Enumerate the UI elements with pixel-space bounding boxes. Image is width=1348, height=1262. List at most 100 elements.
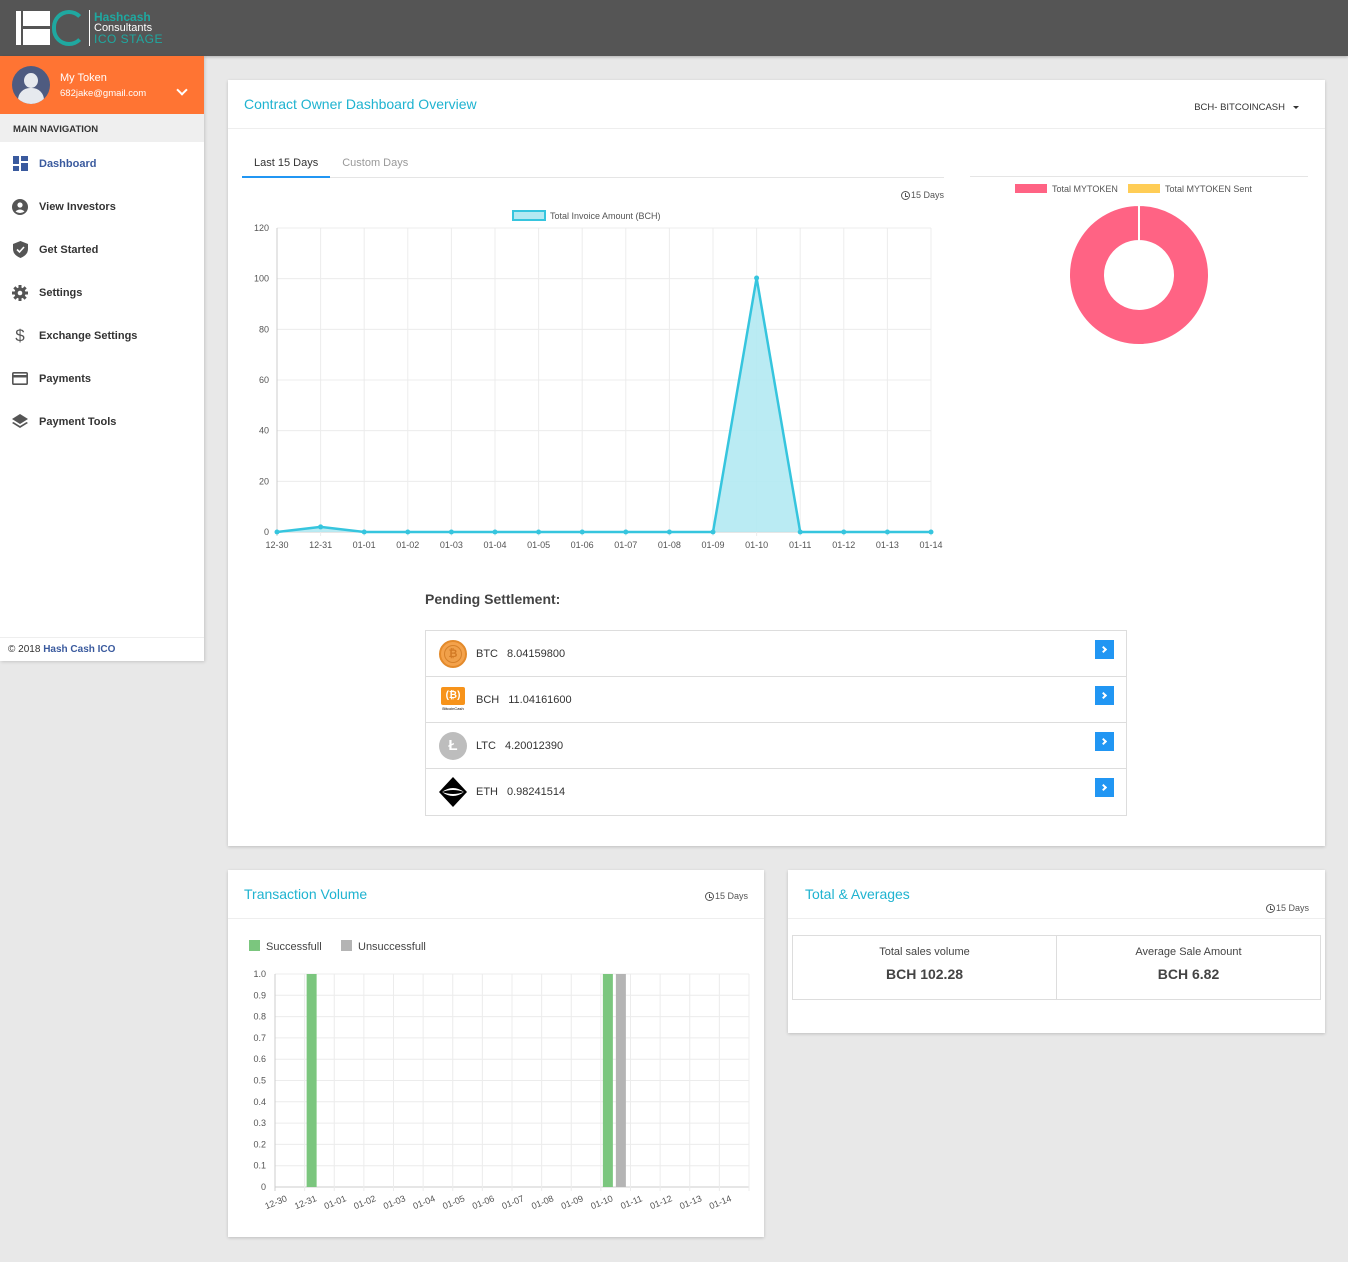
sidebar-item-view-investors[interactable]: View Investors (0, 185, 204, 228)
y-tick-label: 40 (259, 426, 269, 436)
shield-check-icon (12, 241, 28, 258)
chevron-right-icon (1099, 645, 1108, 654)
avatar (12, 66, 50, 104)
divider (970, 176, 1308, 177)
sidebar-item-payments[interactable]: Payments (0, 357, 204, 400)
divider (788, 918, 1325, 919)
settlement-go-button[interactable] (1095, 686, 1114, 705)
x-tick-label: 01-11 (789, 540, 811, 550)
average-sale-amount-box: Average Sale Amount BCH 6.82 (1057, 935, 1321, 1000)
x-tick-label: 01-14 (919, 540, 942, 550)
top-bar: Hashcash Consultants ICO STAGE (0, 0, 1348, 56)
bar (306, 974, 317, 1187)
legend-swatch (341, 940, 352, 951)
divider (228, 918, 764, 919)
sidebar-footer: © 2018 Hash Cash ICO (0, 637, 204, 661)
x-tick-label: 01-09 (701, 540, 724, 550)
bar (602, 974, 613, 1187)
coin-symbol: BCH (476, 693, 500, 706)
data-point (666, 529, 672, 535)
tab-custom-days[interactable]: Custom Days (330, 150, 420, 178)
period-label: 15 Days (1265, 903, 1309, 913)
sidebar-item-label: Exchange Settings (39, 329, 138, 342)
sidebar-item-exchange-settings[interactable]: $ Exchange Settings (0, 314, 204, 357)
x-tick-label: 01-11 (619, 1193, 643, 1211)
y-tick-label: 0.9 (253, 990, 266, 1000)
layers-icon (12, 414, 28, 430)
x-tick-label: 01-10 (589, 1193, 614, 1211)
x-tick-label: 01-04 (411, 1193, 436, 1211)
y-tick-label: 0.8 (253, 1012, 266, 1022)
x-tick-label: 01-13 (678, 1193, 703, 1211)
legend-label: Total MYTOKEN (1052, 184, 1118, 194)
x-tick-label: 01-07 (500, 1193, 525, 1211)
x-tick-label: 12-31 (293, 1193, 318, 1211)
clock-icon (901, 190, 910, 200)
stat-value: BCH 102.28 (885, 966, 964, 982)
logo[interactable]: Hashcash Consultants ICO STAGE (16, 8, 163, 48)
coin-selector-dropdown[interactable]: BCH- BITCOINCASH (1194, 102, 1299, 113)
clock-icon (1265, 903, 1275, 913)
settlement-row-ltc: Ł LTC 4.20012390 (426, 723, 1126, 769)
user-email: 682jake@gmail.com (60, 88, 147, 99)
bar (615, 974, 626, 1187)
x-tick-label: 01-12 (832, 540, 855, 550)
y-tick-label: 0 (264, 527, 269, 537)
sidebar-item-get-started[interactable]: Get Started (0, 228, 204, 271)
y-tick-label: 120 (254, 223, 269, 233)
stat-value: BCH 6.82 (1157, 966, 1220, 982)
data-point (754, 275, 760, 281)
settlement-go-button[interactable] (1095, 640, 1114, 659)
user-name: My Token (60, 72, 107, 84)
gear-icon (12, 284, 28, 301)
copyright-text: © 2018 (8, 644, 41, 655)
total-sales-volume-box: Total sales volume BCH 102.28 (792, 935, 1057, 1000)
legend-label: Total MYTOKEN Sent (1165, 184, 1252, 194)
clock-icon (704, 891, 714, 901)
logo-c-mark (52, 10, 86, 46)
x-tick-label: 01-03 (440, 540, 463, 550)
footer-brand-link[interactable]: Hash Cash ICO (43, 644, 115, 655)
ethereum-icon (438, 777, 468, 807)
x-tick-label: 01-14 (708, 1193, 733, 1211)
settlement-go-button[interactable] (1095, 732, 1114, 751)
coin-amount: 4.20012390 (504, 739, 564, 752)
y-tick-label: 0.2 (253, 1139, 266, 1149)
sidebar-item-settings[interactable]: Settings (0, 271, 204, 314)
coin-symbol: BTC (476, 647, 498, 660)
data-point (928, 529, 934, 535)
x-tick-label: 01-06 (571, 540, 594, 550)
x-tick-label: 12-30 (265, 540, 288, 550)
period-label: 15 Days (901, 190, 944, 200)
legend-swatch (1128, 184, 1160, 193)
data-point (318, 524, 324, 530)
logo-line-3: ICO STAGE (94, 31, 163, 46)
chevron-right-icon (1099, 691, 1108, 700)
x-tick-label: 01-01 (323, 1193, 348, 1211)
sidebar-item-dashboard[interactable]: Dashboard (0, 142, 204, 185)
coin-amount: 0.98241514 (507, 786, 566, 798)
settlement-go-button[interactable] (1095, 778, 1114, 797)
data-point (448, 529, 454, 535)
dashboard-icon (12, 156, 28, 172)
tab-last-15-days[interactable]: Last 15 Days (242, 150, 331, 178)
data-point (710, 529, 716, 535)
overview-card: Contract Owner Dashboard Overview BCH- B… (228, 80, 1325, 846)
account-circle-icon (12, 198, 28, 215)
period-tabs: Last 15 Days Custom Days (242, 150, 944, 178)
x-tick-label: 01-02 (396, 540, 419, 550)
x-tick-label: 01-02 (352, 1193, 377, 1211)
logo-separator (89, 10, 90, 46)
user-panel[interactable]: My Token 682jake@gmail.com (0, 56, 204, 114)
x-tick-label: 01-04 (483, 540, 506, 550)
stat-label: Total sales volume (879, 946, 970, 958)
data-point (841, 529, 847, 535)
sidebar-item-payment-tools[interactable]: Payment Tools (0, 400, 204, 443)
x-tick-label: 12-30 (263, 1193, 288, 1211)
y-tick-label: 100 (254, 274, 269, 284)
y-tick-label: 0.3 (253, 1118, 266, 1128)
coin-amount: 8.04159800 (507, 647, 566, 660)
overview-title: Contract Owner Dashboard Overview (244, 96, 477, 112)
chevron-down-icon[interactable] (176, 84, 188, 96)
coin-symbol: ETH (476, 786, 498, 798)
